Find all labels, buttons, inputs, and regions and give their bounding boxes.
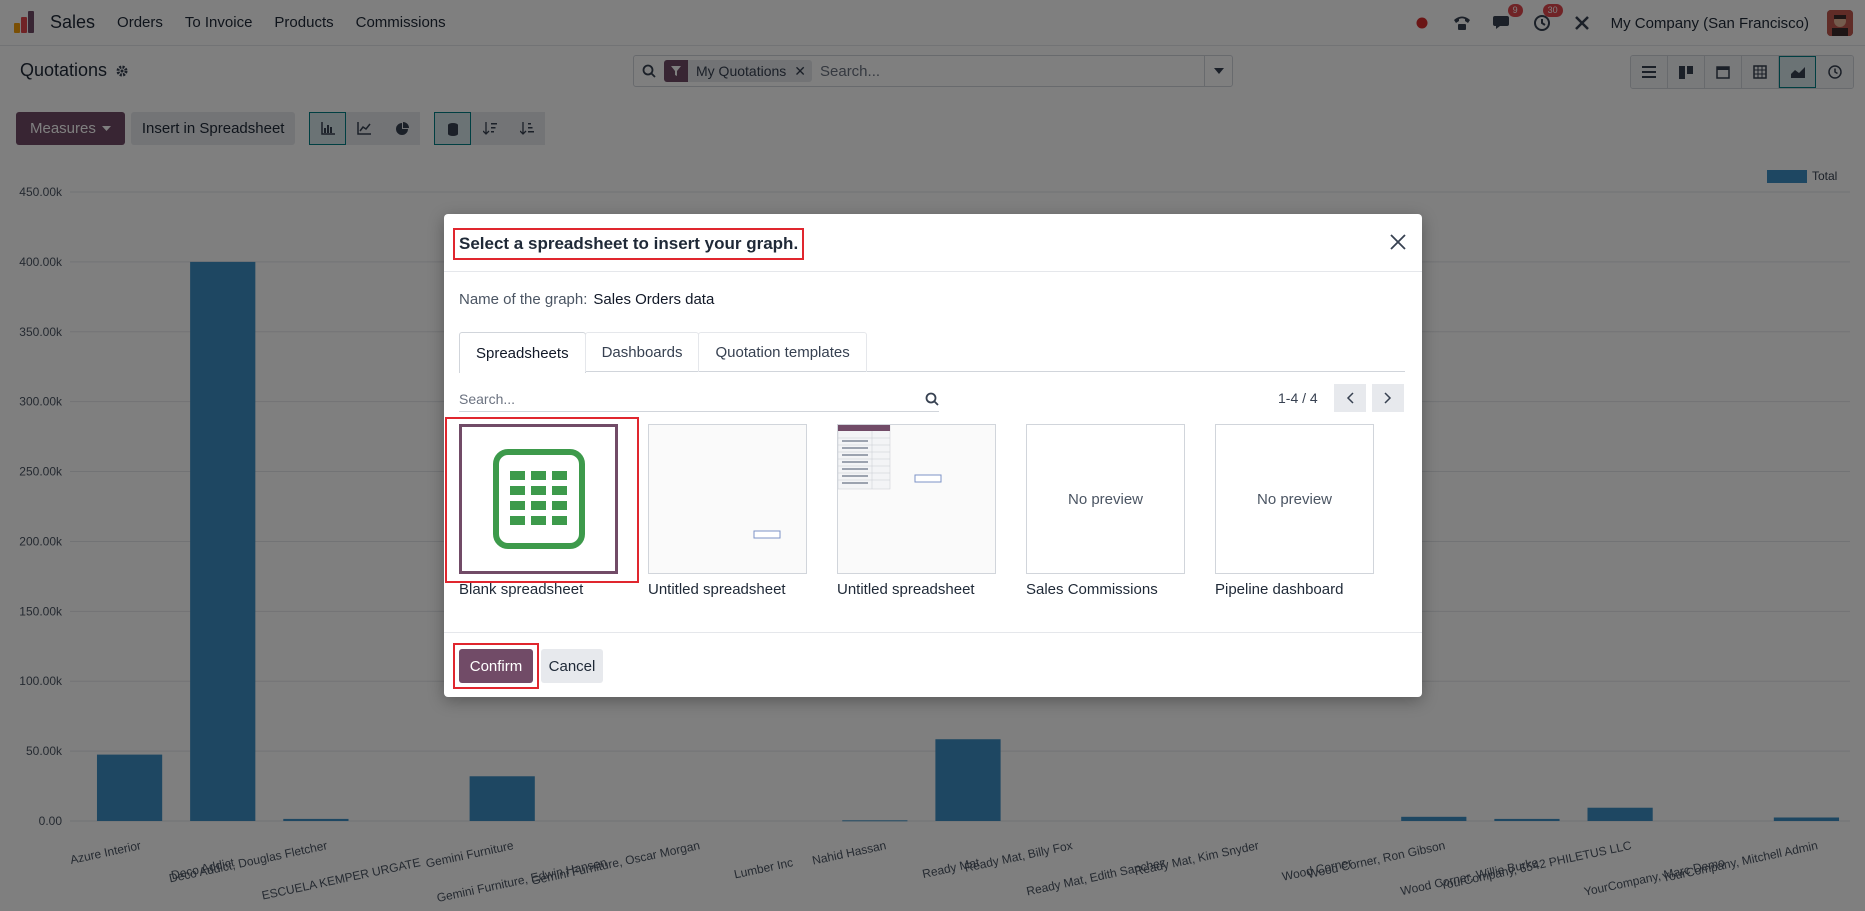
cancel-button[interactable]: Cancel: [541, 649, 603, 683]
close-icon[interactable]: [1386, 230, 1410, 254]
pager: 1-4 / 4: [1278, 384, 1404, 412]
spreadsheet-preview-image: [838, 425, 942, 490]
confirm-button[interactable]: Confirm: [459, 649, 533, 683]
graph-name-label: Name of the graph:: [459, 291, 588, 308]
spreadsheet-thumbnail[interactable]: No preview: [1215, 424, 1374, 574]
spreadsheet-thumbnail[interactable]: No preview: [1026, 424, 1185, 574]
card-label: Untitled spreadsheet: [648, 581, 786, 598]
blank-spreadsheet-thumbnail[interactable]: [459, 424, 618, 574]
pager-next-button[interactable]: [1371, 384, 1404, 412]
pager-previous-button[interactable]: [1333, 384, 1366, 412]
tab-dashboards[interactable]: Dashboards: [584, 332, 700, 372]
card-label: Sales Commissions: [1026, 581, 1158, 598]
dialog-footer: Confirm Cancel: [444, 632, 1422, 697]
chevron-left-icon: [1346, 392, 1354, 404]
chevron-right-icon: [1384, 392, 1391, 404]
spreadsheet-grid: Blank spreadsheet Untitled spreadsheet U…: [445, 417, 1407, 598]
tab-spreadsheets[interactable]: Spreadsheets: [459, 332, 586, 373]
dialog-title: Select a spreadsheet to insert your grap…: [453, 228, 805, 260]
card-label: Pipeline dashboard: [1215, 581, 1344, 598]
spreadsheet-thumbnail[interactable]: [648, 424, 807, 574]
pager-value[interactable]: 1-4 / 4: [1278, 390, 1318, 406]
search-icon: [925, 392, 939, 406]
dialog-search-placeholder: Search...: [459, 390, 516, 407]
spreadsheet-icon: [492, 449, 585, 549]
no-preview-text: No preview: [1256, 490, 1333, 508]
dialog-tabs: Spreadsheets Dashboards Quotation templa…: [459, 332, 1405, 373]
insert-spreadsheet-dialog: Select a spreadsheet to insert your grap…: [444, 214, 1422, 697]
spreadsheet-preview-image: [753, 530, 781, 539]
dialog-header: Select a spreadsheet to insert your grap…: [444, 214, 1422, 272]
tab-quotation-templates[interactable]: Quotation templates: [698, 332, 867, 372]
no-preview-text: No preview: [1067, 490, 1144, 508]
graph-name-row: Name of the graph: Sales Orders data: [459, 291, 714, 308]
card-label: Untitled spreadsheet: [837, 581, 975, 598]
card-label: Blank spreadsheet: [459, 581, 584, 598]
spreadsheet-thumbnail[interactable]: [837, 424, 996, 574]
graph-name-field[interactable]: Sales Orders data: [593, 291, 714, 308]
dialog-search-input[interactable]: Search...: [459, 386, 939, 412]
